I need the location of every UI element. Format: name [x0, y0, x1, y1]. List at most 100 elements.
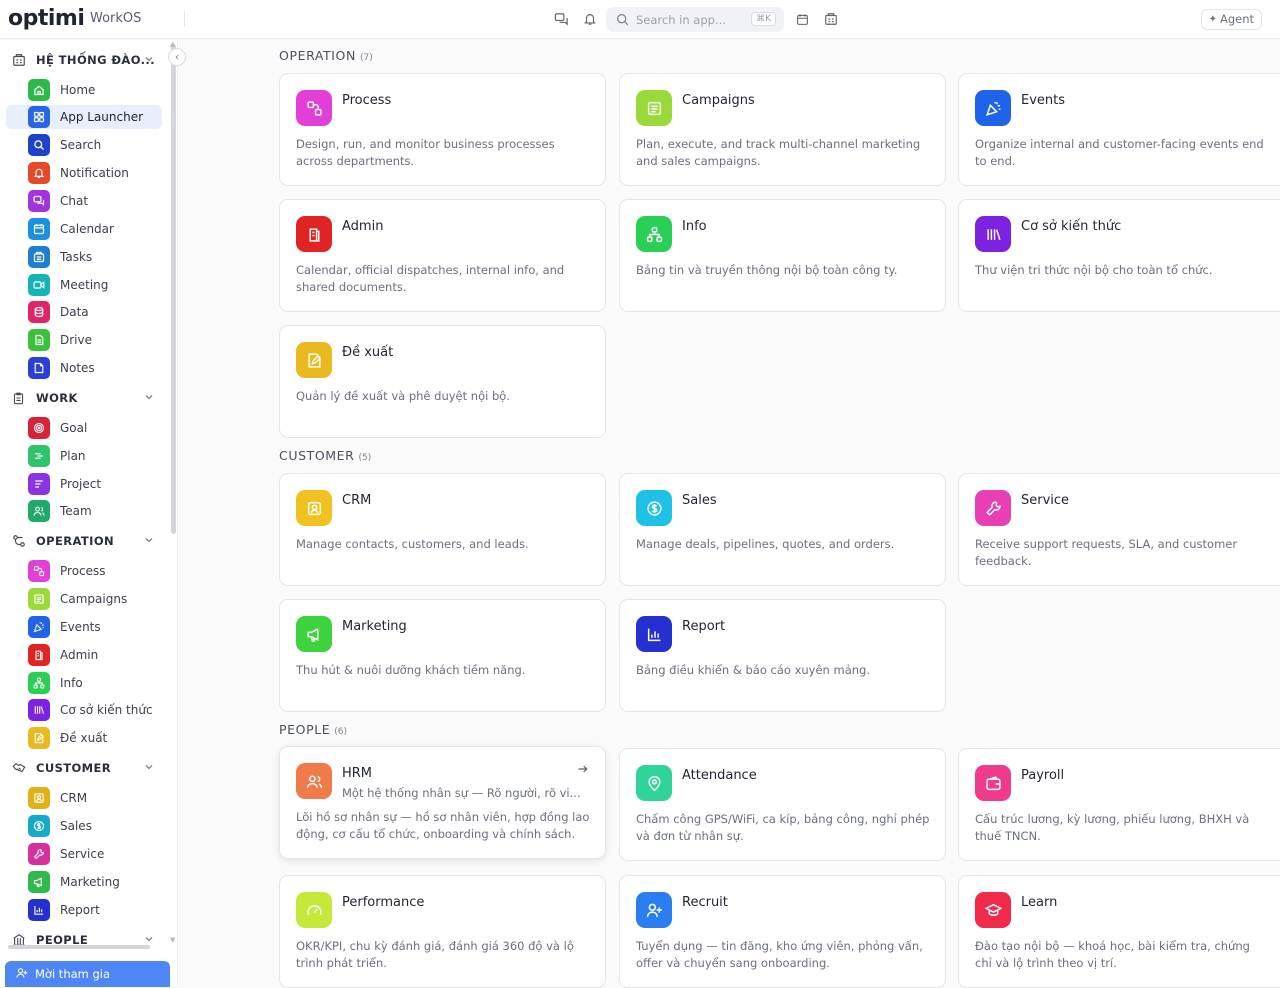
process-icon — [28, 560, 50, 582]
sidebar-item-label: CRM — [60, 791, 88, 805]
card-title: Đề xuất — [342, 345, 394, 360]
sidebar-item-search[interactable]: Search — [6, 133, 162, 157]
sidebar-item-plan[interactable]: Plan — [6, 444, 162, 468]
organization-icon[interactable] — [822, 10, 840, 28]
sidebar-item-knowledge-base[interactable]: Cơ sở kiến thức — [6, 698, 162, 722]
sidebar-item-process[interactable]: Process — [6, 559, 162, 583]
sidebar-item-service[interactable]: Service — [6, 842, 162, 866]
admin-icon — [296, 216, 332, 252]
sidebar-item-label: Marketing — [60, 875, 120, 889]
sidebar-item-label: Đề xuất — [60, 731, 108, 745]
sidebar-item-events[interactable]: Events — [6, 615, 162, 639]
sidebar-item-tasks[interactable]: Tasks — [6, 245, 162, 269]
app-card-payroll[interactable]: Payroll Cấu trúc lương, kỳ lương, phiếu … — [958, 748, 1280, 861]
sidebar-item-team[interactable]: Team — [6, 499, 162, 523]
wallet-icon — [975, 765, 1011, 801]
sidebar-group-operation[interactable]: OPERATION — [12, 531, 162, 551]
sidebar-item-info[interactable]: Info — [6, 671, 162, 695]
scroll-up-arrow-icon[interactable]: ▲ — [170, 40, 175, 48]
sidebar-item-label: Search — [60, 138, 102, 152]
chat-icon[interactable] — [552, 10, 570, 28]
sidebar-item-notification[interactable]: Notification — [6, 161, 162, 185]
card-title: Payroll — [1021, 768, 1065, 783]
app-card-crm[interactable]: CRM Manage contacts, customers, and lead… — [279, 473, 606, 586]
card-description: Bảng tin và truyền thông nội bộ toàn côn… — [636, 263, 898, 277]
app-card-service[interactable]: Service Receive support requests, SLA, a… — [958, 473, 1280, 586]
project-icon — [28, 473, 50, 495]
collapse-sidebar-chevron-left-icon[interactable]: ‹ — [168, 48, 186, 66]
chevron-down-icon — [144, 53, 154, 67]
card-title: Learn — [1021, 895, 1058, 910]
card-title: Service — [1021, 493, 1070, 508]
sidebar-item-notes[interactable]: Notes — [6, 356, 162, 380]
card-title: HRM — [342, 766, 373, 781]
sidebar-item-admin[interactable]: Admin — [6, 643, 162, 667]
app-card-knowledge-base[interactable]: Cơ sở kiến thức Thư viện tri thức nội bộ… — [958, 199, 1280, 312]
agent-button[interactable]: ✦ Agent — [1200, 9, 1262, 30]
sidebar-item-crm[interactable]: CRM — [6, 786, 162, 810]
sidebar-item-label: App Launcher — [60, 110, 144, 124]
sidebar-item-chat[interactable]: Chat — [6, 189, 162, 213]
search-icon — [28, 134, 50, 156]
sidebar-item-label: Events — [60, 620, 101, 634]
add-user-icon — [636, 892, 672, 928]
card-title: Campaigns — [682, 93, 755, 108]
scroll-down-arrow-icon[interactable]: ▼ — [170, 936, 175, 944]
app-card-campaigns[interactable]: Campaigns Plan, execute, and track multi… — [619, 73, 946, 186]
sidebar-scrollbar[interactable] — [171, 44, 176, 534]
search-box[interactable]: Search in app... ⌘K — [606, 7, 784, 32]
proposal-icon — [28, 727, 50, 749]
sidebar-item-label: Notes — [60, 361, 95, 375]
notification-bell-icon[interactable] — [581, 10, 599, 28]
sidebar-item-meeting[interactable]: Meeting — [6, 273, 162, 297]
app-card-events[interactable]: Events Organize internal and customer-fa… — [958, 73, 1280, 186]
sidebar-item-calendar[interactable]: Calendar — [6, 217, 162, 241]
sidebar-item-home[interactable]: Home — [6, 78, 162, 102]
drive-icon — [28, 329, 50, 351]
app-card-recruit[interactable]: Recruit Tuyển dụng — tin đăng, kho ứng v… — [619, 875, 946, 988]
sidebar-group-customer[interactable]: CUSTOMER — [12, 758, 162, 778]
sidebar-group-system[interactable]: HỆ THỐNG ĐÀO... — [12, 50, 162, 70]
app-card-report[interactable]: Report Bảng điều khiển & báo cáo xuyên m… — [619, 599, 946, 712]
card-description: Calendar, official dispatches, internal … — [296, 263, 565, 294]
sidebar-item-goal[interactable]: Goal — [6, 416, 162, 440]
app-logo[interactable]: optimi — [8, 6, 85, 31]
sidebar-item-drive[interactable]: Drive — [6, 328, 162, 352]
sidebar-horizontal-scrollbar[interactable] — [8, 945, 150, 949]
sidebar-item-proposal[interactable]: Đề xuất — [6, 726, 162, 750]
sidebar-item-app-launcher[interactable]: App Launcher — [6, 105, 162, 129]
bar-chart-icon — [28, 899, 50, 921]
sidebar-item-marketing[interactable]: Marketing — [6, 870, 162, 894]
card-description: OKR/KPI, chu kỳ đánh giá, đánh giá 360 đ… — [296, 939, 574, 970]
app-card-attendance[interactable]: Attendance Chấm công GPS/WiFi, ca kíp, b… — [619, 748, 946, 861]
app-card-performance[interactable]: Performance OKR/KPI, chu kỳ đánh giá, đá… — [279, 875, 606, 988]
sidebar-item-project[interactable]: Project — [6, 472, 162, 496]
sidebar-item-sales[interactable]: Sales — [6, 814, 162, 838]
app-card-process[interactable]: Process Design, run, and monitor busines… — [279, 73, 606, 186]
card-title: Recruit — [682, 895, 728, 910]
invite-button-label: Mời tham gia — [35, 967, 111, 981]
graduation-cap-icon — [975, 892, 1011, 928]
app-card-learn[interactable]: Learn Đào tạo nội bộ — khoá học, bài kiể… — [958, 875, 1280, 988]
sidebar-item-report[interactable]: Report — [6, 898, 162, 922]
sidebar-item-data[interactable]: Data — [6, 300, 162, 324]
sidebar-group-work[interactable]: WORK — [12, 388, 162, 408]
card-title: Attendance — [682, 768, 757, 783]
add-user-icon — [16, 967, 28, 982]
app-card-info[interactable]: Info Bảng tin và truyền thông nội bộ toà… — [619, 199, 946, 312]
app-card-marketing[interactable]: Marketing Thu hút & nuôi dưỡng khách tiề… — [279, 599, 606, 712]
app-card-admin[interactable]: Admin Calendar, official dispatches, int… — [279, 199, 606, 312]
app-card-hrm[interactable]: HRM Một hệ thống nhân sự — Rõ người, rõ … — [279, 746, 606, 859]
gauge-icon — [296, 892, 332, 928]
calendar-icon[interactable] — [793, 10, 811, 28]
target-icon — [28, 417, 50, 439]
app-card-sales[interactable]: Sales Manage deals, pipelines, quotes, a… — [619, 473, 946, 586]
search-icon — [616, 11, 629, 30]
invite-button[interactable]: Mời tham gia — [5, 961, 170, 987]
arrow-right-icon[interactable] — [577, 763, 589, 779]
sidebar-item-campaigns[interactable]: Campaigns — [6, 587, 162, 611]
app-card-proposal[interactable]: Đề xuất Quản lý đề xuất và phê duyệt nội… — [279, 325, 606, 438]
card-title: Process — [342, 93, 392, 108]
party-popper-icon — [975, 90, 1011, 126]
sidebar-group-title: WORK — [36, 391, 78, 405]
